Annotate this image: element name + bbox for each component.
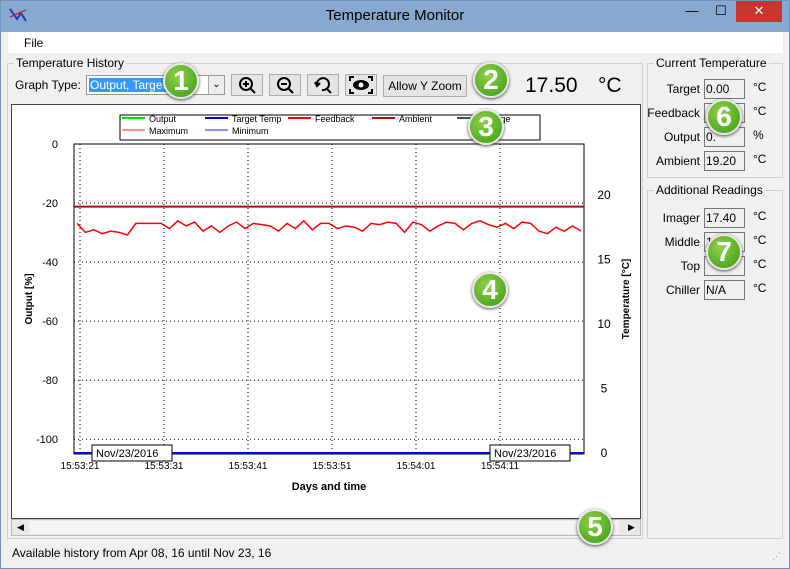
left-axis-label: Output [%] (24, 273, 35, 324)
zoom-in-icon (239, 77, 256, 94)
main-window: Temperature Monitor — ☐ ✕ File Temperatu… (0, 0, 790, 569)
scroll-left-icon[interactable]: ◀ (12, 520, 29, 535)
reading-label: Top (680, 259, 700, 273)
reset-zoom-button[interactable] (307, 74, 339, 96)
right-tick-label: 15 (597, 253, 611, 267)
annotation-badge-7: 7 (706, 234, 742, 270)
reading-label: Chiller (665, 283, 700, 297)
window-title: Temperature Monitor (325, 7, 465, 24)
group-label: Temperature History (16, 56, 125, 70)
reading-label: Target (666, 82, 700, 96)
scroll-right-icon[interactable]: ▶ (623, 520, 640, 535)
current-temperature-unit: °C (598, 74, 622, 97)
reading-field: 19.20 (704, 151, 745, 171)
plot-area (73, 143, 585, 455)
reading-field: 0.00 (704, 79, 745, 99)
right-axis-label: Temperature [°C] (621, 259, 632, 340)
right-tick-label: 0 (601, 446, 608, 460)
left-tick-label: -100 (36, 434, 58, 446)
reading-field: 17.40 (704, 208, 745, 228)
annotation-badge-4: 4 (472, 272, 508, 308)
zoom-in-button[interactable] (231, 74, 263, 96)
reading-unit: % (753, 128, 764, 142)
legend-label: Feedback (315, 114, 355, 124)
temperature-chart[interactable]: OutputTarget TempFeedbackAmbientRangeMax… (11, 104, 641, 519)
group-label: Current Temperature (656, 56, 767, 70)
reading-label: Ambient (655, 154, 700, 168)
legend-label: Target Temp (232, 114, 281, 124)
right-tick-label: 20 (597, 188, 611, 202)
x-tick-label: 15:53:21 (61, 461, 100, 472)
eye-icon (349, 76, 373, 94)
title-bar: Temperature Monitor — ☐ ✕ (1, 1, 789, 32)
reading-label: Imager (662, 211, 700, 225)
left-tick-label: -80 (42, 375, 58, 387)
reading-label: Feedback (647, 106, 700, 120)
x-tick-label: 15:53:51 (313, 461, 352, 472)
status-bar: Available history from Apr 08, 16 until … (12, 546, 272, 560)
reading-unit: °C (753, 152, 767, 166)
group-label: Additional Readings (656, 183, 763, 197)
allow-y-zoom-button[interactable]: Allow Y Zoom (383, 75, 467, 97)
legend-label: Maximum (149, 126, 188, 136)
minimize-button[interactable]: — (678, 1, 706, 22)
chart-svg: OutputTarget TempFeedbackAmbientRangeMax… (24, 114, 632, 493)
x-tick-label: 15:53:41 (229, 461, 268, 472)
annotation-badge-3: 3 (468, 109, 504, 145)
right-tick-label: 10 (597, 317, 611, 331)
annotation-badge-6: 6 (706, 99, 742, 135)
menu-file[interactable]: File (24, 36, 43, 50)
annotation-badge-5: 5 (577, 509, 613, 545)
left-tick-label: 0 (52, 139, 58, 151)
x-tick-label: 15:53:31 (145, 461, 184, 472)
annotation-badge-1: 1 (163, 63, 199, 99)
series-feedback (76, 219, 582, 236)
reading-unit: °C (753, 257, 767, 271)
reading-label: Middle (664, 235, 700, 249)
legend-label: Minimum (232, 126, 269, 136)
zoom-out-button[interactable] (269, 74, 301, 96)
legend-label: Ambient (399, 114, 433, 124)
x-axis-label: Days and time (292, 481, 367, 493)
graph-type-select[interactable]: Output, Target T...e ⌄ (86, 75, 225, 95)
reading-unit: °C (753, 281, 767, 295)
current-temperature-value: 17.50 (525, 74, 578, 97)
reading-unit: °C (753, 233, 767, 247)
view-all-button[interactable] (345, 74, 377, 96)
chevron-down-icon[interactable]: ⌄ (208, 76, 224, 94)
legend-label: Output (149, 114, 177, 124)
date-label-right: Nov/23/2016 (494, 448, 556, 460)
left-tick-label: -40 (42, 257, 58, 269)
date-label-left: Nov/23/2016 (96, 448, 158, 460)
reading-unit: °C (753, 209, 767, 223)
graph-type-label: Graph Type: (15, 78, 81, 92)
left-tick-label: -20 (42, 198, 58, 210)
close-button[interactable]: ✕ (736, 1, 782, 22)
horizontal-scrollbar[interactable]: ◀ ▶ (11, 519, 641, 536)
menu-bar: File (8, 32, 783, 53)
scroll-track[interactable] (29, 521, 619, 534)
x-tick-label: 15:54:01 (397, 461, 436, 472)
resize-grip-icon[interactable]: ⋰ (772, 551, 781, 562)
left-tick-label: -60 (42, 316, 58, 328)
maximize-button[interactable]: ☐ (707, 1, 735, 22)
reset-zoom-icon (314, 77, 332, 94)
zoom-out-icon (277, 77, 294, 94)
reading-unit: °C (753, 80, 767, 94)
reading-field: N/A (704, 280, 745, 300)
reading-label: Output (663, 130, 700, 144)
x-tick-label: 15:54:11 (481, 461, 520, 472)
right-tick-label: 5 (601, 382, 608, 396)
annotation-badge-2: 2 (473, 62, 509, 98)
reading-unit: °C (753, 104, 767, 118)
